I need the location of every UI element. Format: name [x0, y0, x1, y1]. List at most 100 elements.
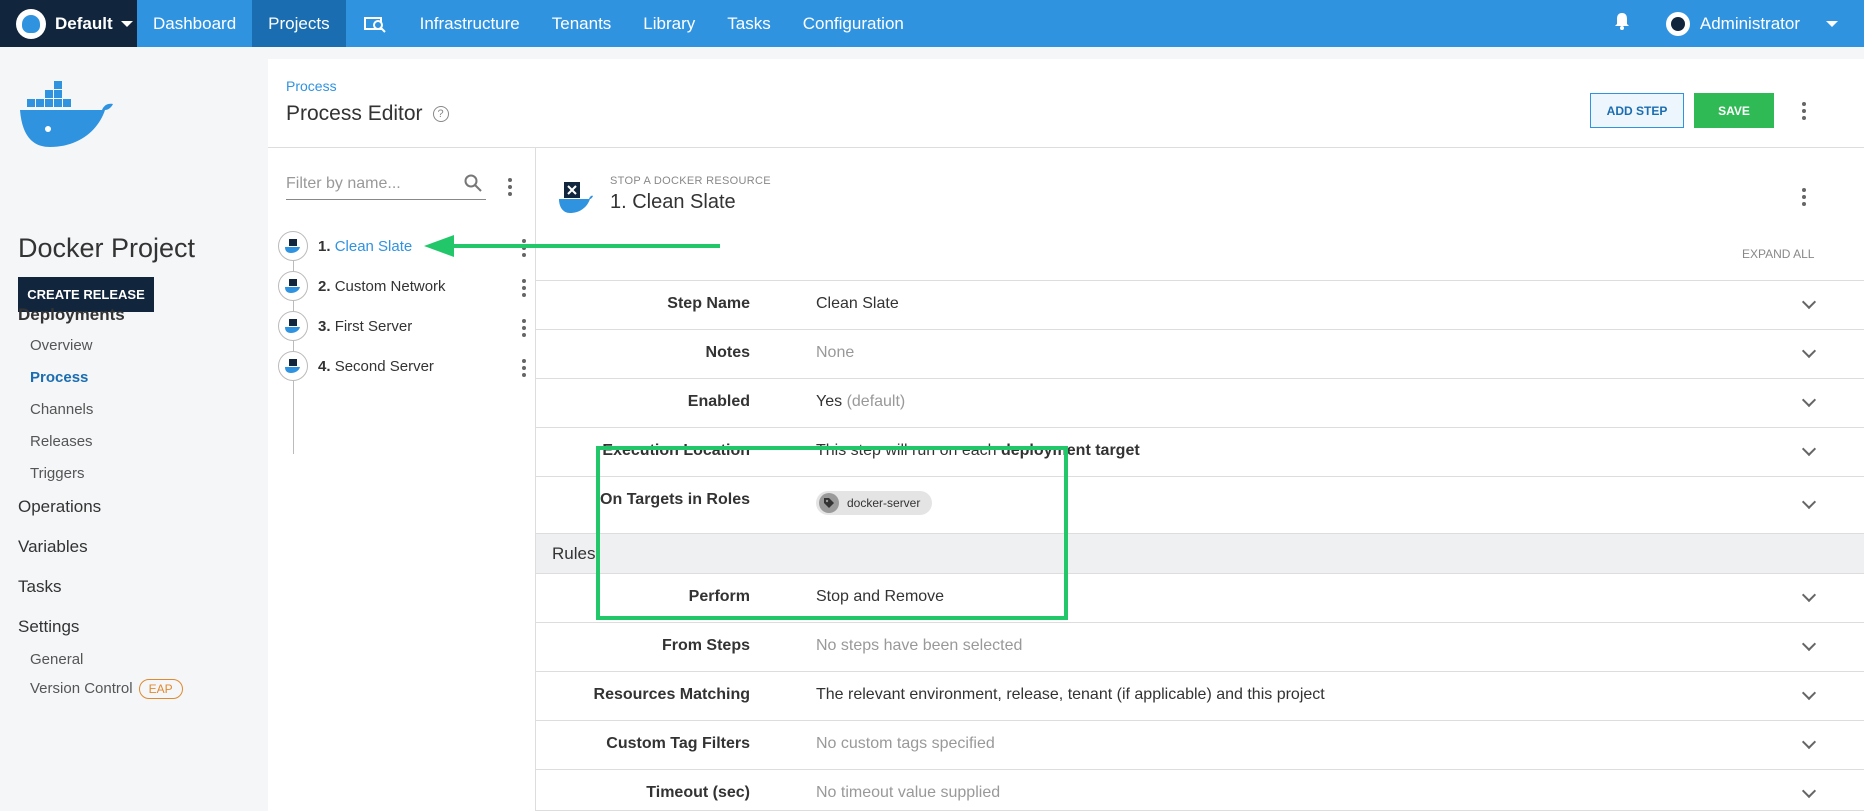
row-perform[interactable]: Perform Stop and Remove [536, 573, 1864, 622]
nav-infrastructure[interactable]: Infrastructure [404, 0, 536, 47]
row-label: Enabled [687, 393, 750, 410]
step-details: STOP A DOCKER RESOURCE 1. Clean Slate EX… [536, 148, 1864, 811]
row-execution-location[interactable]: Execution Location This step will run on… [536, 427, 1864, 476]
nav-tasks[interactable]: Tasks [711, 0, 786, 47]
bell-icon[interactable] [1614, 12, 1630, 35]
nav-overview[interactable]: Overview [18, 337, 93, 354]
step-item-3[interactable]: 3. First Server [278, 310, 528, 342]
step-item-4[interactable]: 4. Second Server [278, 350, 528, 382]
nav-releases[interactable]: Releases [18, 433, 93, 450]
step-number: 2. [318, 277, 331, 295]
filter-field[interactable] [286, 170, 486, 200]
step-name: Custom Network [334, 277, 446, 295]
nav-dashboard[interactable]: Dashboard [137, 0, 252, 47]
enabled-value: Yes [816, 393, 843, 410]
step-number: 3. [318, 317, 331, 335]
docker-step-icon [278, 351, 308, 381]
row-label: From Steps [661, 637, 750, 654]
row-value: No custom tags specified [816, 735, 995, 752]
rules-section-header: Rules [536, 533, 1864, 573]
row-notes[interactable]: Notes None [536, 329, 1864, 378]
row-value: No timeout value supplied [816, 784, 1001, 801]
row-enabled[interactable]: Enabled Yes (default) [536, 378, 1864, 427]
nav-triggers[interactable]: Triggers [18, 465, 84, 482]
exec-loc-bold: deployment target [1000, 442, 1140, 459]
tag-icon [819, 493, 839, 513]
nav-variables[interactable]: Variables [18, 537, 88, 557]
chevron-down-icon[interactable] [1801, 294, 1817, 310]
save-button[interactable]: SAVE [1694, 93, 1774, 128]
annotation-arrow-icon [424, 235, 720, 257]
nav-channels[interactable]: Channels [18, 401, 93, 418]
row-label: Step Name [667, 295, 750, 312]
eap-badge: EAP [138, 679, 183, 699]
step-options-icon[interactable] [518, 279, 530, 297]
space-name: Default [55, 13, 113, 33]
chevron-down-icon[interactable] [1801, 392, 1817, 408]
nav-process[interactable]: Process [18, 369, 88, 386]
row-target-roles[interactable]: On Targets in Roles docker-server [536, 476, 1864, 533]
row-label: Timeout (sec) [646, 784, 750, 801]
step-label: 1. Clean Slate [318, 238, 412, 255]
chevron-down-icon[interactable] [1801, 343, 1817, 359]
exec-loc-text: This step will run on each [816, 442, 1001, 459]
row-resources-matching[interactable]: Resources Matching The relevant environm… [536, 671, 1864, 720]
row-step-name[interactable]: Step Name Clean Slate [536, 280, 1864, 329]
add-step-button[interactable]: ADD STEP [1590, 93, 1684, 128]
step-options-icon[interactable] [518, 319, 530, 337]
row-value: Stop and Remove [816, 588, 945, 605]
nav-library[interactable]: Library [627, 0, 711, 47]
nav-general[interactable]: General [18, 651, 83, 668]
step-type-label: STOP A DOCKER RESOURCE [610, 175, 771, 187]
nav-settings[interactable]: Settings [18, 617, 79, 637]
step-detail-options-icon[interactable] [1798, 188, 1810, 206]
nav-configuration[interactable]: Configuration [787, 0, 920, 47]
user-menu[interactable]: Administrator [1665, 11, 1838, 36]
row-value: This step will run on each deployment ta… [816, 442, 1140, 460]
row-value: No steps have been selected [816, 637, 1023, 654]
chevron-down-icon[interactable] [1801, 636, 1817, 652]
row-from-steps[interactable]: From Steps No steps have been selected [536, 622, 1864, 671]
step-label: 4. Second Server [318, 358, 434, 375]
filter-options-icon[interactable] [504, 178, 516, 196]
chevron-down-icon[interactable] [1801, 441, 1817, 457]
nav-version-control[interactable]: Version Control EAP [18, 679, 183, 699]
nav-tasks[interactable]: Tasks [18, 577, 61, 597]
enabled-default: (default) [846, 393, 906, 410]
caret-down-icon [1826, 20, 1838, 27]
nav-projects[interactable]: Projects [252, 0, 346, 47]
chevron-down-icon[interactable] [1801, 783, 1817, 799]
chevron-down-icon[interactable] [1801, 685, 1817, 701]
project-sidebar: Docker Project CREATE RELEASE Deployment… [0, 47, 268, 811]
row-timeout[interactable]: Timeout (sec) No timeout value supplied [536, 769, 1864, 811]
rules-section-title: Rules [552, 544, 596, 563]
nav-operations[interactable]: Operations [18, 497, 101, 517]
filter-input[interactable] [286, 170, 456, 198]
user-avatar-icon [1665, 11, 1690, 36]
breadcrumb[interactable]: Process [286, 78, 337, 94]
process-editor-panel: Process Process Editor ? ADD STEP SAVE 1… [268, 59, 1864, 811]
chevron-down-icon[interactable] [1801, 587, 1817, 603]
step-options-icon[interactable] [518, 359, 530, 377]
step-title: 1. Clean Slate [610, 191, 736, 213]
step-item-2[interactable]: 2. Custom Network [278, 270, 528, 302]
role-chip[interactable]: docker-server [816, 491, 933, 515]
step-number: 4. [318, 357, 331, 375]
search-icon [464, 174, 482, 197]
help-icon[interactable]: ? [432, 106, 449, 122]
nav-tenants[interactable]: Tenants [536, 0, 628, 47]
chevron-down-icon[interactable] [1801, 734, 1817, 750]
docker-stop-icon [558, 180, 594, 219]
chevron-down-icon[interactable] [1801, 494, 1817, 510]
step-label: 2. Custom Network [318, 278, 446, 295]
user-name: Administrator [1699, 13, 1800, 33]
row-label: Notes [705, 344, 750, 361]
nav-deployments[interactable]: Deployments [18, 305, 125, 325]
expand-all-link[interactable]: EXPAND ALL [1742, 247, 1814, 261]
step-name: First Server [334, 317, 413, 335]
more-options-icon[interactable] [1798, 102, 1810, 120]
row-custom-tag-filters[interactable]: Custom Tag Filters No custom tags specif… [536, 720, 1864, 769]
search-machine-icon[interactable] [346, 0, 404, 47]
page-title-text: Process Editor [286, 102, 423, 125]
space-switcher[interactable]: Default [0, 0, 137, 47]
